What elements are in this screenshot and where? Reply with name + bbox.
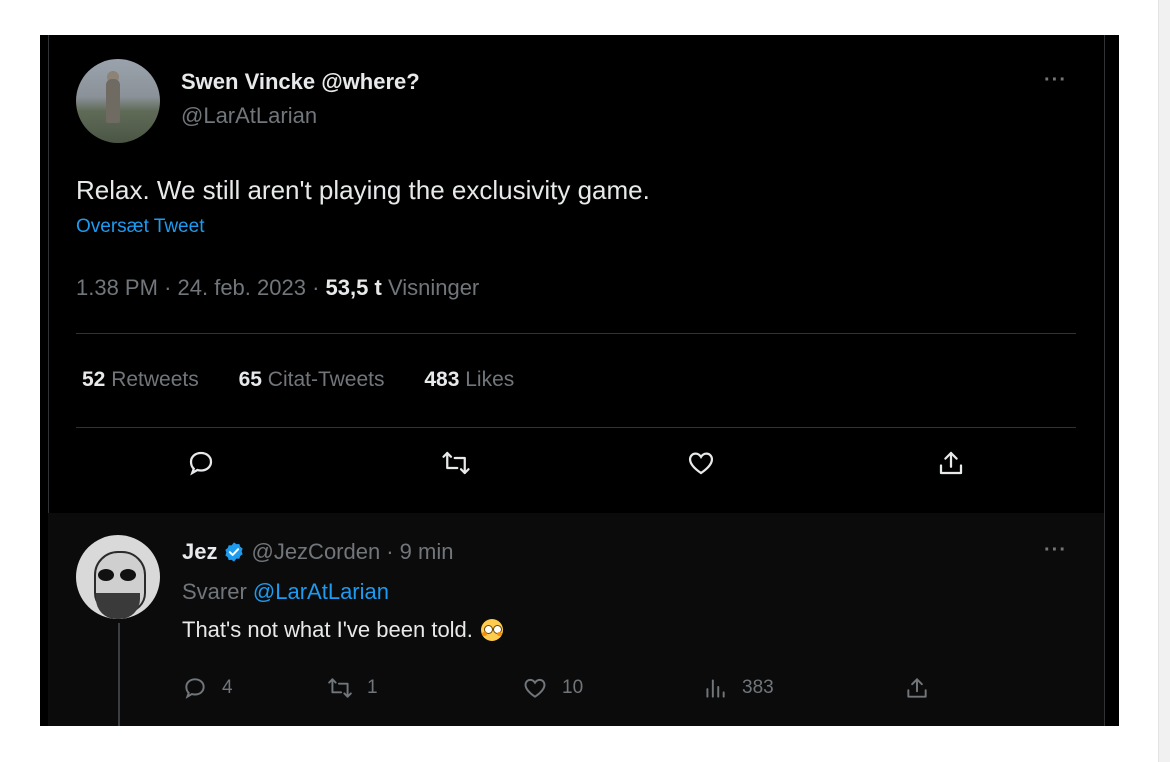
avatar-glasses [98,569,138,581]
main-tweet: Swen Vincke @where? @LarAtLarian ··· Rel… [40,35,1119,513]
reply-count: 4 [222,677,233,698]
meta-separator: · [312,275,320,300]
retweets-stat[interactable]: 52 Retweets [82,368,199,392]
reply-header: Jez @JezCorden · 9 min [182,539,453,565]
divider [76,333,1076,334]
tweet-metadata: 1.38 PM · 24. feb. 2023 · 53,5 t Visning… [76,275,479,301]
reply-action-bar: 4 1 10 383 [182,675,982,705]
reply-reply-button[interactable]: 4 [182,675,233,701]
share-icon[interactable] [933,445,969,481]
flushed-face-emoji [480,619,503,641]
reply-text-container: That's not what I've been told. [182,617,503,643]
tweet-thread-card: Swen Vincke @where? @LarAtLarian ··· Rel… [40,35,1119,726]
reply-like-button[interactable]: 10 [522,675,583,701]
author-avatar[interactable] [76,59,160,143]
reply-retweet-button[interactable]: 1 [327,675,378,701]
author-handle[interactable]: @LarAtLarian [181,103,317,129]
more-options-icon[interactable]: ··· [1044,69,1067,92]
reply-text: That's not what I've been told. [182,617,473,642]
reply-tweet[interactable]: Jez @JezCorden · 9 min ··· Svarer @LarAt… [48,513,1104,726]
replying-to: Svarer @LarAtLarian [182,579,389,605]
quote-tweets-count: 65 [238,368,262,391]
avatar-beard [96,593,140,619]
views-count: 383 [742,677,774,698]
reply-more-options-icon[interactable]: ··· [1044,539,1067,562]
retweets-label: Retweets [111,368,199,391]
tweet-text: Relax. We still aren't playing the exclu… [76,175,650,205]
translate-tweet-link[interactable]: Oversæt Tweet [76,216,204,238]
reply-icon [185,678,205,699]
reply-author-handle[interactable]: @JezCorden [251,539,380,565]
reply-icon[interactable] [183,445,219,481]
share-icon [907,678,927,698]
reply-views-button[interactable]: 383 [702,675,774,701]
tweet-time[interactable]: 1.38 PM [76,275,158,300]
retweet-icon [328,678,352,698]
meta-separator: · [164,275,172,300]
reply-share-button[interactable] [904,675,944,701]
likes-label: Likes [465,368,515,391]
retweets-count: 52 [82,368,106,391]
replying-prefix: Svarer [182,579,247,604]
tweet-action-bar [40,445,1119,495]
quote-tweets-stat[interactable]: 65 Citat-Tweets [239,368,385,392]
reply-author-avatar[interactable] [76,535,160,619]
verified-badge-icon [225,542,244,562]
reply-author-name[interactable]: Jez [182,539,217,565]
like-icon [524,678,546,698]
engagement-stats: 52 Retweets 65 Citat-Tweets 483 Likes [82,368,548,392]
likes-stat[interactable]: 483 Likes [424,368,514,392]
avatar-figure-body [106,79,120,123]
quote-tweets-label: Citat-Tweets [267,368,385,391]
likes-count: 483 [424,368,460,391]
divider [76,427,1076,428]
views-icon [706,679,725,698]
replying-mention-link[interactable]: @LarAtLarian [253,579,389,604]
like-count: 10 [562,677,584,698]
page-scrollbar[interactable] [1158,0,1170,762]
like-icon[interactable] [683,445,719,481]
author-name[interactable]: Swen Vincke @where? [181,69,420,95]
reply-time[interactable]: · 9 min [386,539,453,565]
retweet-icon[interactable] [438,445,474,481]
retweet-count: 1 [367,677,378,698]
views-count: 53,5 t [325,275,382,300]
views-label: Visninger [387,275,480,300]
tweet-date[interactable]: 24. feb. 2023 [178,275,306,300]
thread-connector-line [118,623,120,726]
